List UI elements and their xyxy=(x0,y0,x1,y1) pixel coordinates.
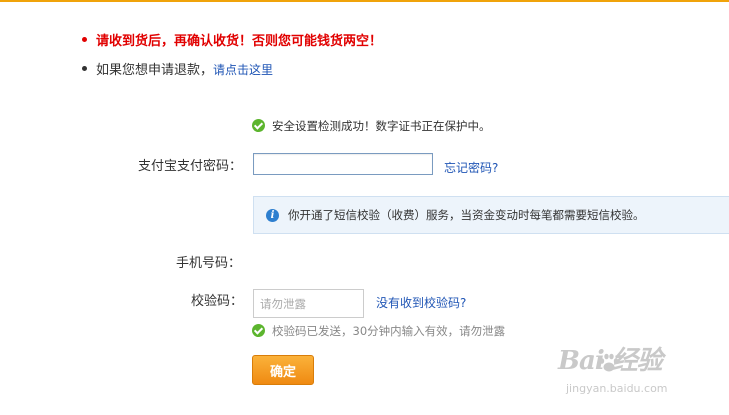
confirm-button[interactable]: 确定 xyxy=(252,355,314,385)
refund-notice: 如果您想申请退款，请点击这里 xyxy=(82,61,273,80)
watermark-url: jingyan.baidu.com xyxy=(566,382,668,395)
check-circle-icon xyxy=(252,119,265,132)
refund-link[interactable]: 请点击这里 xyxy=(213,63,273,77)
security-status-text: 安全设置检测成功！数字证书正在保护中。 xyxy=(272,119,491,133)
check-circle-icon xyxy=(252,324,265,337)
phone-label: 手机号码： xyxy=(175,256,241,271)
top-accent-rule xyxy=(0,0,729,2)
sms-info-box: i 你开通了短信校验（收费）服务，当资金变动时每笔都需要短信校验。 xyxy=(253,196,729,234)
no-code-link[interactable]: 没有收到校验码? xyxy=(376,294,466,311)
code-sent-text: 校验码已发送，30分钟内输入有效，请勿泄露 xyxy=(272,324,506,338)
info-icon: i xyxy=(266,209,279,222)
sms-info-text: 你开通了短信校验（收费）服务，当资金变动时每笔都需要短信校验。 xyxy=(288,208,645,222)
warning-notice: 请收到货后，再确认收货！否则您可能钱货两空！ xyxy=(82,33,382,51)
bullet-icon xyxy=(82,37,87,42)
paw-icon xyxy=(599,353,619,372)
verification-label: 校验码： xyxy=(190,294,243,309)
security-status: 安全设置检测成功！数字证书正在保护中。 xyxy=(252,118,491,134)
password-field[interactable] xyxy=(253,153,433,175)
password-label: 支付宝支付密码： xyxy=(137,159,242,174)
refund-text: 如果您想申请退款， xyxy=(96,63,214,78)
baidu-jingyan-watermark: Bai 经验 jingyan.baidu.com xyxy=(556,346,706,406)
warning-text: 请收到货后，再确认收货！否则您可能钱货两空！ xyxy=(96,34,383,49)
code-sent-status: 校验码已发送，30分钟内输入有效，请勿泄露 xyxy=(252,323,505,339)
verification-code-field[interactable] xyxy=(253,289,364,318)
forgot-password-link[interactable]: 忘记密码? xyxy=(444,159,498,176)
bullet-icon xyxy=(82,66,87,71)
